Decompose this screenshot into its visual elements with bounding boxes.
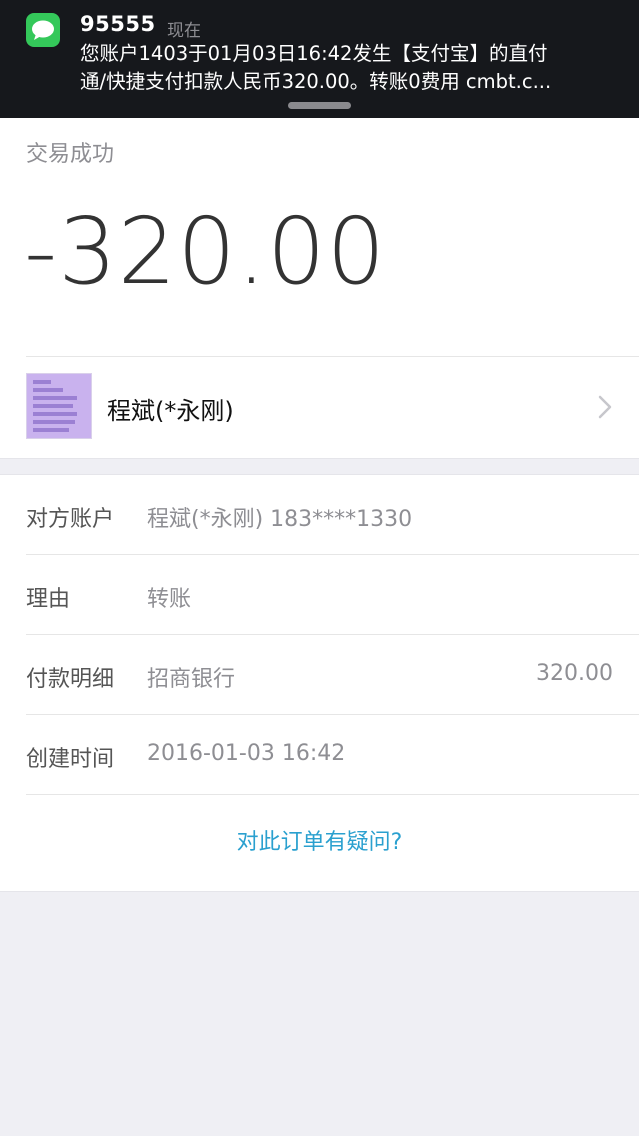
detail-value: 程斌(*永刚) 183****1330 [147,507,413,532]
detail-value: 2016-01-03 16:42 [147,741,346,766]
payee-avatar [26,373,92,439]
payee-row[interactable]: 程斌(*永刚) [0,357,639,457]
transaction-details: 对方账户 程斌(*永刚) 183****1330 理由 转账 付款明细 招商银行… [0,474,639,892]
notification-line-2: 通/快捷支付扣款人民币320.00。转账0费用 cmbt.c... [80,70,552,93]
detail-label: 理由 [26,587,71,612]
transaction-summary: 交易成功 -320.00 程斌(*永刚) [0,118,639,459]
notification-sender: 95555 [80,12,156,36]
chevron-right-icon [598,395,612,419]
notification-line-1: 您账户1403于01月03日16:42发生【支付宝】的直付 [80,42,548,65]
detail-row-created: 创建时间 2016-01-03 16:42 [0,715,639,795]
transaction-status: 交易成功 [26,142,115,167]
order-question-link[interactable]: 对此订单有疑问? [0,795,639,891]
detail-row-payment: 付款明细 招商银行 320.00 [0,635,639,715]
notification-drag-handle[interactable] [288,102,351,109]
detail-label: 对方账户 [26,507,115,532]
detail-label: 创建时间 [26,747,115,772]
detail-value: 转账 [147,587,192,612]
notification-banner[interactable]: 95555 现在 您账户1403于01月03日16:42发生【支付宝】的直付 通… [0,0,639,118]
detail-amount: 320.00 [536,661,613,686]
notification-time: 现在 [167,21,201,41]
messages-icon [26,13,60,47]
transaction-amount: -320.00 [24,198,387,305]
detail-value: 招商银行 [147,667,236,692]
notification-body: 您账户1403于01月03日16:42发生【支付宝】的直付 通/快捷支付扣款人民… [80,40,620,96]
detail-row-counterparty: 对方账户 程斌(*永刚) 183****1330 [0,475,639,555]
payee-name: 程斌(*永刚) [107,397,234,425]
detail-label: 付款明细 [26,667,115,692]
detail-row-reason: 理由 转账 [0,555,639,635]
